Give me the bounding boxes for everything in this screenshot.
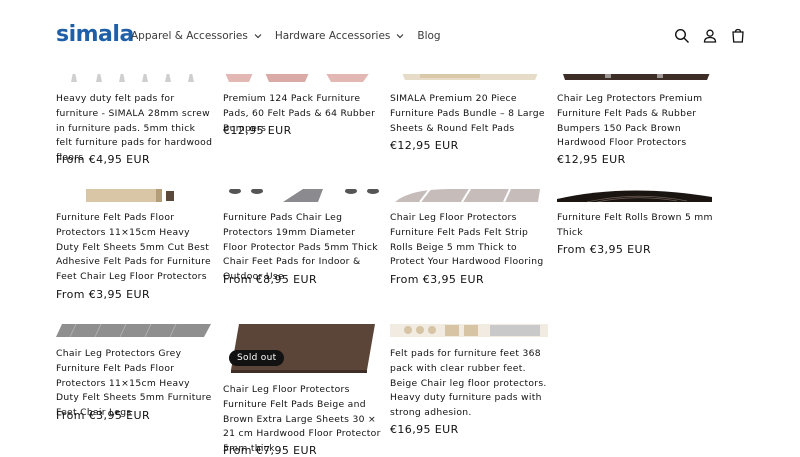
nav-blog-label: Blog	[417, 30, 441, 42]
product-price: From €3,95 EUR	[557, 243, 651, 256]
search-icon[interactable]	[674, 28, 690, 44]
chevron-down-icon	[254, 34, 262, 39]
main-nav: Apparel & Accessories Hardware Accessori…	[131, 30, 453, 42]
nav-apparel[interactable]: Apparel & Accessories	[131, 30, 263, 42]
account-icon[interactable]	[702, 28, 718, 44]
nav-hardware[interactable]: Hardware Accessories	[275, 30, 406, 42]
product-title[interactable]: Furniture Felt Pads Floor Protectors 11×…	[56, 211, 214, 285]
nav-apparel-label: Apparel & Accessories	[131, 30, 248, 42]
site-header: simala Apparel & Accessories Hardware Ac…	[0, 0, 800, 74]
product-price: €12,95 EUR	[557, 153, 626, 166]
product-title[interactable]: Chair Leg Protectors Premium Furniture F…	[557, 92, 715, 151]
product-image[interactable]	[56, 189, 214, 202]
product-image[interactable]	[390, 189, 548, 202]
product-price: €12,95 EUR	[223, 124, 292, 137]
product-price: From €8,95 EUR	[223, 273, 317, 286]
product-price: From €3,95 EUR	[390, 273, 484, 286]
header-icons	[674, 28, 746, 44]
product-price: €16,95 EUR	[390, 423, 459, 436]
nav-blog[interactable]: Blog	[417, 30, 440, 42]
product-image[interactable]	[56, 324, 214, 337]
product-title[interactable]: Felt pads for furniture feet 368 pack wi…	[390, 347, 548, 421]
product-title[interactable]: Chair Leg Floor Protectors Furniture Fel…	[390, 211, 548, 270]
nav-hardware-label: Hardware Accessories	[274, 30, 391, 42]
product-price: From €7,95 EUR	[223, 444, 317, 457]
product-title[interactable]: Furniture Felt Rolls Brown 5 mm Thick	[557, 211, 715, 241]
cart-icon[interactable]	[730, 28, 746, 44]
logo[interactable]: simala	[56, 22, 134, 47]
product-image[interactable]	[390, 324, 548, 337]
product-price: From €3,95 EUR	[56, 409, 150, 422]
product-price: From €3,95 EUR	[56, 288, 150, 301]
product-price: From €4,95 EUR	[56, 153, 150, 166]
chevron-down-icon	[396, 34, 404, 39]
product-price: €12,95 EUR	[390, 139, 459, 152]
product-image[interactable]	[557, 189, 715, 202]
product-title[interactable]: SIMALA Premium 20 Piece Furniture Pads B…	[390, 92, 548, 136]
product-image[interactable]	[223, 189, 381, 202]
product-image[interactable]	[223, 324, 381, 374]
sold-out-badge: Sold out	[229, 350, 285, 366]
